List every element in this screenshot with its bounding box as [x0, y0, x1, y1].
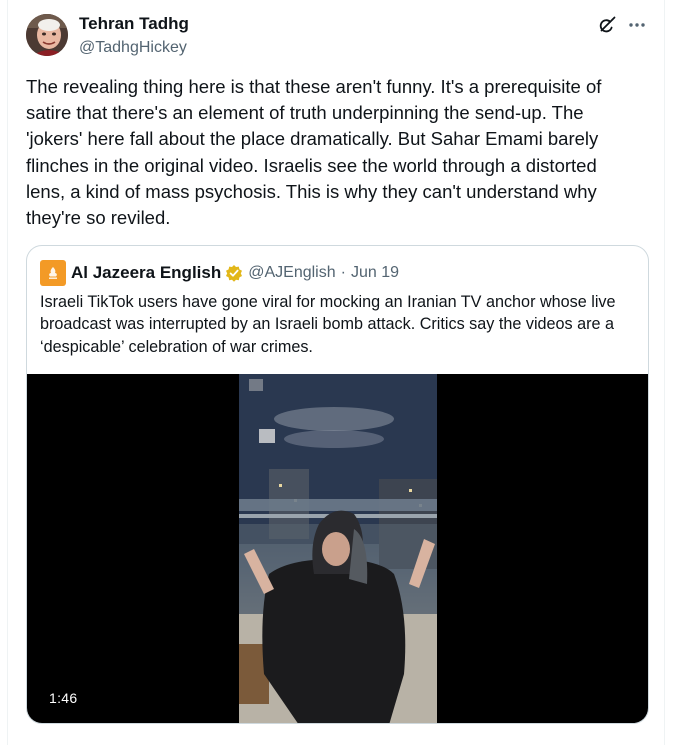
grok-icon[interactable]	[596, 14, 618, 36]
author-display-name[interactable]: Tehran Tadhg	[79, 14, 189, 34]
more-options-icon[interactable]	[626, 14, 648, 36]
quoted-tweet[interactable]: Al Jazeera English @AJEnglish · Jun 19 I…	[26, 245, 649, 724]
aj-logo-icon	[49, 267, 57, 279]
quoted-avatar[interactable]	[40, 260, 66, 286]
tweet-header: Tehran Tadhg @TadhgHickey	[26, 14, 656, 60]
quoted-tweet-header: Al Jazeera English @AJEnglish · Jun 19	[40, 260, 399, 286]
video-duration: 1:46	[49, 690, 78, 706]
video-player[interactable]: 1:46	[27, 374, 648, 723]
gold-verified-badge-icon	[225, 264, 243, 282]
avatar[interactable]	[26, 14, 68, 56]
separator-dot: ·	[340, 264, 346, 281]
tweet-text: The revealing thing here is that these a…	[26, 76, 602, 229]
video-thumbnail	[239, 374, 437, 723]
author-block: Tehran Tadhg @TadhgHickey	[79, 14, 189, 58]
quoted-date[interactable]: Jun 19	[351, 264, 399, 282]
quoted-display-name[interactable]: Al Jazeera English	[71, 263, 221, 283]
quoted-tweet-text: Israeli TikTok users have gone viral for…	[40, 293, 616, 356]
header-actions	[596, 14, 648, 36]
author-handle[interactable]: @TadhgHickey	[79, 38, 189, 58]
avatar-photo	[26, 14, 68, 56]
quoted-handle[interactable]: @AJEnglish	[248, 264, 335, 282]
video-frame-art	[239, 374, 437, 723]
